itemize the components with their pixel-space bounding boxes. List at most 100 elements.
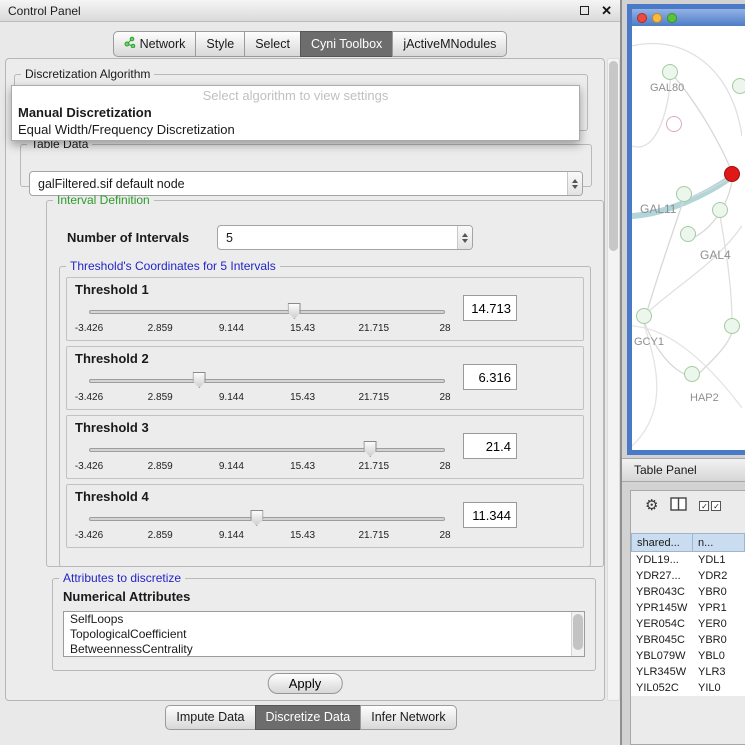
top-tab-bar: Network Style Select Cyni Toolbox jActiv… xyxy=(0,31,620,57)
tab-select[interactable]: Select xyxy=(244,31,301,57)
cell[interactable]: YPR145W xyxy=(631,600,693,616)
threshold-2-slider[interactable] xyxy=(89,372,445,389)
cell[interactable]: YBL0 xyxy=(693,648,745,664)
tab-style[interactable]: Style xyxy=(195,31,245,57)
slider-track[interactable] xyxy=(89,517,445,521)
slider-thumb[interactable] xyxy=(288,303,301,319)
tab-label: Cyni Toolbox xyxy=(311,37,382,51)
cell[interactable]: YER054C xyxy=(631,616,693,632)
panel-scrollbar[interactable] xyxy=(607,58,620,701)
table-row[interactable]: YPR145WYPR1 xyxy=(631,600,745,616)
columns-icon[interactable] xyxy=(670,497,687,514)
tick-label: 9.144 xyxy=(219,530,244,541)
tab-cyni-toolbox[interactable]: Cyni Toolbox xyxy=(300,31,393,57)
table-row[interactable]: YBR043CYBR0 xyxy=(631,584,745,600)
algorithm-dropdown-popup: Select algorithm to view settings Manual… xyxy=(11,85,580,141)
cell[interactable]: YDL19... xyxy=(631,552,693,568)
thresholds-coordinates-group: Threshold's Coordinates for 5 Intervals … xyxy=(59,259,591,567)
threshold-1-slider[interactable] xyxy=(89,303,445,320)
tick-label: 21.715 xyxy=(359,461,390,472)
column-header-shared-name[interactable]: shared... xyxy=(631,533,693,552)
select-columns-checkboxes[interactable]: ✓ ✓ xyxy=(699,501,721,511)
cell[interactable]: YBR045C xyxy=(631,632,693,648)
close-traffic-light-icon[interactable] xyxy=(637,13,647,23)
network-node[interactable] xyxy=(724,318,740,334)
checkbox-icon[interactable]: ✓ xyxy=(699,501,709,511)
threshold-3-value-field[interactable] xyxy=(463,433,517,459)
cell[interactable]: YDR2 xyxy=(693,568,745,584)
list-item[interactable]: SelfLoops xyxy=(64,612,584,627)
slider-track[interactable] xyxy=(89,310,445,314)
cell[interactable]: YBR043C xyxy=(631,584,693,600)
cell[interactable]: YBR0 xyxy=(693,584,745,600)
network-icon xyxy=(124,36,136,51)
combo-stepper-icon[interactable] xyxy=(567,172,582,195)
threshold-4-value-field[interactable] xyxy=(463,502,517,528)
cell[interactable]: YIL052C xyxy=(631,680,693,696)
dropdown-option-manual-discretization[interactable]: Manual Discretization xyxy=(12,104,579,121)
tab-jactivemnodules[interactable]: jActiveMNodules xyxy=(392,31,507,57)
table-row[interactable]: YIL052CYIL0 xyxy=(631,680,745,696)
slider-tick-labels: -3.426 2.859 9.144 15.43 21.715 28 xyxy=(89,461,445,473)
minimize-traffic-light-icon[interactable] xyxy=(652,13,662,23)
checkbox-icon[interactable]: ✓ xyxy=(711,501,721,511)
cell[interactable]: YIL0 xyxy=(693,680,745,696)
slider-track[interactable] xyxy=(89,379,445,383)
interval-definition-group: Interval Definition Number of Intervals … xyxy=(46,193,604,567)
table-row[interactable]: YLR345WYLR3 xyxy=(631,664,745,680)
network-node[interactable] xyxy=(732,78,745,94)
tab-network[interactable]: Network xyxy=(113,31,197,57)
network-node[interactable] xyxy=(712,202,728,218)
list-item[interactable]: TopologicalCoefficient xyxy=(64,627,584,642)
tab-impute-data[interactable]: Impute Data xyxy=(165,705,255,730)
network-canvas[interactable]: GAL80 GAL11 GAL4 GCY1 HAP2 xyxy=(632,26,745,450)
network-node[interactable] xyxy=(662,64,678,80)
table-row[interactable]: YDR27...YDR2 xyxy=(631,568,745,584)
threshold-2-value-field[interactable] xyxy=(463,364,517,390)
threshold-2-panel: Threshold 2 -3.426 2.859 9.144 15.43 21.… xyxy=(66,346,584,410)
number-of-intervals-combobox[interactable]: 5 xyxy=(217,225,473,250)
network-node[interactable] xyxy=(666,116,682,132)
close-icon[interactable]: ✕ xyxy=(601,4,612,17)
network-node[interactable] xyxy=(676,186,692,202)
table-data-group: Table Data galFiltered.sif default node xyxy=(20,137,592,187)
slider-thumb[interactable] xyxy=(364,441,377,457)
apply-button[interactable]: Apply xyxy=(268,673,343,694)
slider-thumb[interactable] xyxy=(193,372,206,388)
table-row[interactable]: YER054CYER0 xyxy=(631,616,745,632)
tick-label: 15.43 xyxy=(290,461,315,472)
threshold-3-slider[interactable] xyxy=(89,441,445,458)
table-row[interactable]: YBR045CYBR0 xyxy=(631,632,745,648)
threshold-label: Threshold 1 xyxy=(75,282,149,297)
cell[interactable]: YLR345W xyxy=(631,664,693,680)
threshold-4-slider[interactable] xyxy=(89,510,445,527)
table-row[interactable]: YBL079WYBL0 xyxy=(631,648,745,664)
network-node[interactable] xyxy=(684,366,700,382)
zoom-traffic-light-icon[interactable] xyxy=(667,13,677,23)
list-item[interactable]: BetweennessCentrality xyxy=(64,642,584,657)
tab-infer-network[interactable]: Infer Network xyxy=(360,705,456,730)
tab-discretize-data[interactable]: Discretize Data xyxy=(255,705,362,730)
cell[interactable]: YBR0 xyxy=(693,632,745,648)
cell[interactable]: YER0 xyxy=(693,616,745,632)
slider-thumb[interactable] xyxy=(250,510,263,526)
slider-track[interactable] xyxy=(89,448,445,452)
cell[interactable]: YDR27... xyxy=(631,568,693,584)
network-node[interactable] xyxy=(636,308,652,324)
tick-label: 28 xyxy=(439,392,450,403)
cell[interactable]: YLR3 xyxy=(693,664,745,680)
float-window-icon[interactable] xyxy=(580,6,589,15)
table-row[interactable]: YDL19...YDL1 xyxy=(631,552,745,568)
threshold-1-value-field[interactable] xyxy=(463,295,517,321)
network-node[interactable] xyxy=(680,226,696,242)
column-header-name[interactable]: n... xyxy=(693,533,745,552)
numerical-attributes-list[interactable]: SelfLoops TopologicalCoefficient Between… xyxy=(63,611,585,657)
cell[interactable]: YBL079W xyxy=(631,648,693,664)
combo-stepper-icon[interactable] xyxy=(457,226,472,249)
cell[interactable]: YDL1 xyxy=(693,552,745,568)
list-scrollbar[interactable] xyxy=(571,612,584,656)
dropdown-option-equal-width-frequency[interactable]: Equal Width/Frequency Discretization xyxy=(12,121,579,138)
cell[interactable]: YPR1 xyxy=(693,600,745,616)
gear-icon[interactable]: ⚙ xyxy=(645,498,658,513)
selected-network-node[interactable] xyxy=(724,166,740,182)
